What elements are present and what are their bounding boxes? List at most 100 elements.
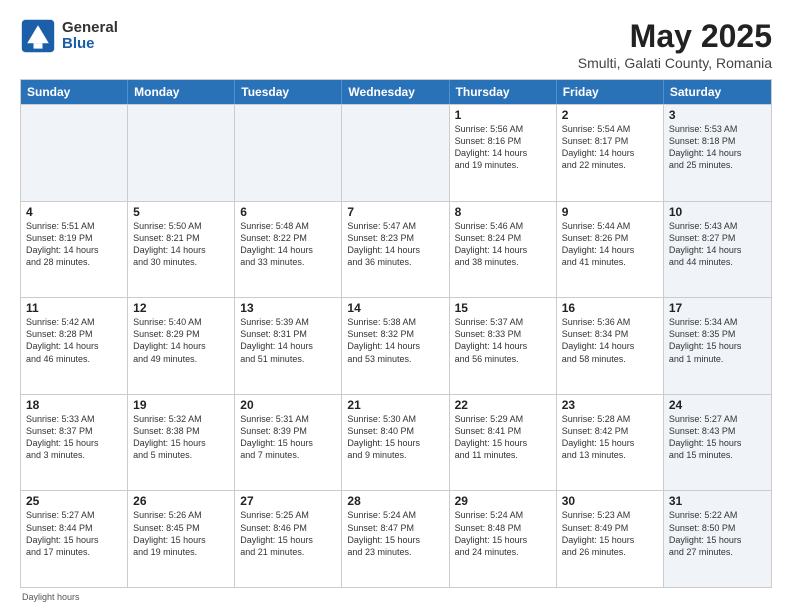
cell-info: Sunrise: 5:29 AM Sunset: 8:41 PM Dayligh…	[455, 413, 551, 462]
cell-info: Sunrise: 5:43 AM Sunset: 8:27 PM Dayligh…	[669, 220, 766, 269]
cal-cell-5: 5Sunrise: 5:50 AM Sunset: 8:21 PM Daylig…	[128, 202, 235, 298]
cell-info: Sunrise: 5:26 AM Sunset: 8:45 PM Dayligh…	[133, 509, 229, 558]
cell-info: Sunrise: 5:23 AM Sunset: 8:49 PM Dayligh…	[562, 509, 658, 558]
day-number: 15	[455, 301, 551, 315]
cell-info: Sunrise: 5:36 AM Sunset: 8:34 PM Dayligh…	[562, 316, 658, 365]
title-block: May 2025 Smulti, Galati County, Romania	[578, 18, 772, 71]
cell-info: Sunrise: 5:28 AM Sunset: 8:42 PM Dayligh…	[562, 413, 658, 462]
cell-info: Sunrise: 5:27 AM Sunset: 8:43 PM Dayligh…	[669, 413, 766, 462]
cal-cell-15: 15Sunrise: 5:37 AM Sunset: 8:33 PM Dayli…	[450, 298, 557, 394]
day-number: 31	[669, 494, 766, 508]
day-number: 17	[669, 301, 766, 315]
main-title: May 2025	[578, 18, 772, 55]
logo-general: General	[62, 20, 118, 37]
day-of-week-tuesday: Tuesday	[235, 80, 342, 104]
day-number: 23	[562, 398, 658, 412]
cell-info: Sunrise: 5:46 AM Sunset: 8:24 PM Dayligh…	[455, 220, 551, 269]
day-number: 21	[347, 398, 443, 412]
cal-cell-14: 14Sunrise: 5:38 AM Sunset: 8:32 PM Dayli…	[342, 298, 449, 394]
cal-cell-11: 11Sunrise: 5:42 AM Sunset: 8:28 PM Dayli…	[21, 298, 128, 394]
cal-cell-17: 17Sunrise: 5:34 AM Sunset: 8:35 PM Dayli…	[664, 298, 771, 394]
logo-text: General Blue	[62, 20, 118, 53]
cal-cell-24: 24Sunrise: 5:27 AM Sunset: 8:43 PM Dayli…	[664, 395, 771, 491]
cal-cell-empty-0-3	[342, 105, 449, 201]
cal-cell-20: 20Sunrise: 5:31 AM Sunset: 8:39 PM Dayli…	[235, 395, 342, 491]
day-number: 2	[562, 108, 658, 122]
cal-cell-8: 8Sunrise: 5:46 AM Sunset: 8:24 PM Daylig…	[450, 202, 557, 298]
cal-row-4: 18Sunrise: 5:33 AM Sunset: 8:37 PM Dayli…	[21, 394, 771, 491]
day-number: 19	[133, 398, 229, 412]
day-number: 6	[240, 205, 336, 219]
cal-cell-9: 9Sunrise: 5:44 AM Sunset: 8:26 PM Daylig…	[557, 202, 664, 298]
day-number: 13	[240, 301, 336, 315]
cell-info: Sunrise: 5:30 AM Sunset: 8:40 PM Dayligh…	[347, 413, 443, 462]
day-number: 28	[347, 494, 443, 508]
cell-info: Sunrise: 5:38 AM Sunset: 8:32 PM Dayligh…	[347, 316, 443, 365]
cal-cell-28: 28Sunrise: 5:24 AM Sunset: 8:47 PM Dayli…	[342, 491, 449, 587]
page: General Blue May 2025 Smulti, Galati Cou…	[0, 0, 792, 612]
cal-cell-29: 29Sunrise: 5:24 AM Sunset: 8:48 PM Dayli…	[450, 491, 557, 587]
day-number: 22	[455, 398, 551, 412]
cal-cell-16: 16Sunrise: 5:36 AM Sunset: 8:34 PM Dayli…	[557, 298, 664, 394]
day-number: 11	[26, 301, 122, 315]
cal-row-3: 11Sunrise: 5:42 AM Sunset: 8:28 PM Dayli…	[21, 297, 771, 394]
cal-cell-empty-0-1	[128, 105, 235, 201]
cell-info: Sunrise: 5:32 AM Sunset: 8:38 PM Dayligh…	[133, 413, 229, 462]
cal-cell-7: 7Sunrise: 5:47 AM Sunset: 8:23 PM Daylig…	[342, 202, 449, 298]
cal-cell-22: 22Sunrise: 5:29 AM Sunset: 8:41 PM Dayli…	[450, 395, 557, 491]
cell-info: Sunrise: 5:47 AM Sunset: 8:23 PM Dayligh…	[347, 220, 443, 269]
cal-cell-23: 23Sunrise: 5:28 AM Sunset: 8:42 PM Dayli…	[557, 395, 664, 491]
cell-info: Sunrise: 5:37 AM Sunset: 8:33 PM Dayligh…	[455, 316, 551, 365]
cell-info: Sunrise: 5:24 AM Sunset: 8:47 PM Dayligh…	[347, 509, 443, 558]
cell-info: Sunrise: 5:33 AM Sunset: 8:37 PM Dayligh…	[26, 413, 122, 462]
logo: General Blue	[20, 18, 118, 54]
cal-cell-25: 25Sunrise: 5:27 AM Sunset: 8:44 PM Dayli…	[21, 491, 128, 587]
subtitle: Smulti, Galati County, Romania	[578, 55, 772, 71]
cal-cell-27: 27Sunrise: 5:25 AM Sunset: 8:46 PM Dayli…	[235, 491, 342, 587]
cal-cell-empty-0-0	[21, 105, 128, 201]
day-number: 9	[562, 205, 658, 219]
day-number: 8	[455, 205, 551, 219]
footer-note: Daylight hours	[20, 592, 772, 602]
cell-info: Sunrise: 5:22 AM Sunset: 8:50 PM Dayligh…	[669, 509, 766, 558]
calendar-body: 1Sunrise: 5:56 AM Sunset: 8:16 PM Daylig…	[21, 104, 771, 587]
day-number: 16	[562, 301, 658, 315]
cal-cell-empty-0-2	[235, 105, 342, 201]
cal-cell-30: 30Sunrise: 5:23 AM Sunset: 8:49 PM Dayli…	[557, 491, 664, 587]
cell-info: Sunrise: 5:48 AM Sunset: 8:22 PM Dayligh…	[240, 220, 336, 269]
cell-info: Sunrise: 5:51 AM Sunset: 8:19 PM Dayligh…	[26, 220, 122, 269]
cell-info: Sunrise: 5:54 AM Sunset: 8:17 PM Dayligh…	[562, 123, 658, 172]
header: General Blue May 2025 Smulti, Galati Cou…	[20, 18, 772, 71]
day-number: 10	[669, 205, 766, 219]
day-number: 29	[455, 494, 551, 508]
day-number: 20	[240, 398, 336, 412]
day-number: 3	[669, 108, 766, 122]
day-of-week-monday: Monday	[128, 80, 235, 104]
cell-info: Sunrise: 5:42 AM Sunset: 8:28 PM Dayligh…	[26, 316, 122, 365]
cal-cell-2: 2Sunrise: 5:54 AM Sunset: 8:17 PM Daylig…	[557, 105, 664, 201]
cal-cell-10: 10Sunrise: 5:43 AM Sunset: 8:27 PM Dayli…	[664, 202, 771, 298]
cell-info: Sunrise: 5:34 AM Sunset: 8:35 PM Dayligh…	[669, 316, 766, 365]
cal-row-1: 1Sunrise: 5:56 AM Sunset: 8:16 PM Daylig…	[21, 104, 771, 201]
cell-info: Sunrise: 5:56 AM Sunset: 8:16 PM Dayligh…	[455, 123, 551, 172]
cell-info: Sunrise: 5:53 AM Sunset: 8:18 PM Dayligh…	[669, 123, 766, 172]
cal-cell-3: 3Sunrise: 5:53 AM Sunset: 8:18 PM Daylig…	[664, 105, 771, 201]
calendar-header: SundayMondayTuesdayWednesdayThursdayFrid…	[21, 80, 771, 104]
cal-row-5: 25Sunrise: 5:27 AM Sunset: 8:44 PM Dayli…	[21, 490, 771, 587]
cell-info: Sunrise: 5:31 AM Sunset: 8:39 PM Dayligh…	[240, 413, 336, 462]
cal-cell-4: 4Sunrise: 5:51 AM Sunset: 8:19 PM Daylig…	[21, 202, 128, 298]
day-number: 4	[26, 205, 122, 219]
cell-info: Sunrise: 5:50 AM Sunset: 8:21 PM Dayligh…	[133, 220, 229, 269]
cell-info: Sunrise: 5:40 AM Sunset: 8:29 PM Dayligh…	[133, 316, 229, 365]
day-number: 1	[455, 108, 551, 122]
cal-cell-26: 26Sunrise: 5:26 AM Sunset: 8:45 PM Dayli…	[128, 491, 235, 587]
day-number: 27	[240, 494, 336, 508]
day-number: 12	[133, 301, 229, 315]
cal-cell-1: 1Sunrise: 5:56 AM Sunset: 8:16 PM Daylig…	[450, 105, 557, 201]
day-number: 24	[669, 398, 766, 412]
day-number: 7	[347, 205, 443, 219]
day-number: 26	[133, 494, 229, 508]
day-of-week-thursday: Thursday	[450, 80, 557, 104]
day-number: 5	[133, 205, 229, 219]
day-of-week-saturday: Saturday	[664, 80, 771, 104]
